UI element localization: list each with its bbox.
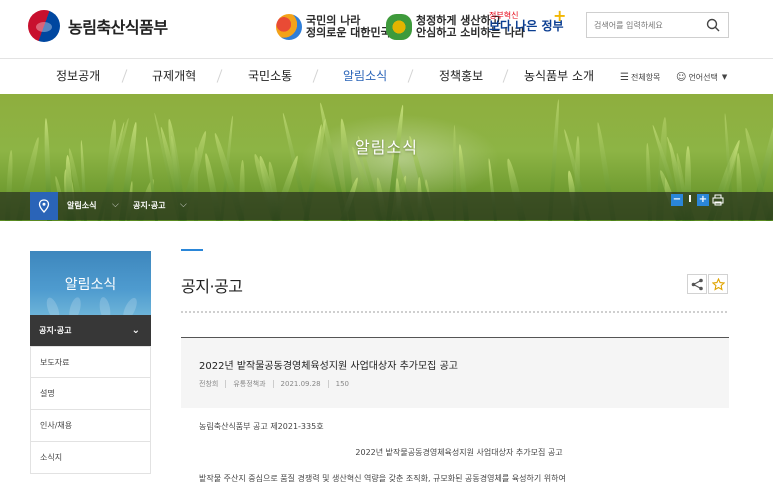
site-header: 농림축산식품부 국민의 나라 정의로운 대한민국 청정하게 생산하고 안심하고 … xyxy=(0,0,773,58)
gnb-divider xyxy=(121,69,128,83)
hamburger-icon: ☰ xyxy=(620,71,629,83)
lnb-item-hr-recruit[interactable]: 인사/채용 xyxy=(30,410,151,442)
meta-divider xyxy=(272,380,274,388)
post-date: 2021.09.28 xyxy=(280,380,321,388)
lnb-title: 알림소식 xyxy=(64,277,117,293)
chevron-down-icon[interactable]: ⌵ xyxy=(180,192,187,220)
home-button[interactable] xyxy=(30,192,58,220)
logo-text: 농림축산식품부 xyxy=(68,18,168,37)
share-icon xyxy=(691,278,703,291)
breadcrumb-level2[interactable]: 공지·공고 xyxy=(133,192,165,220)
chevron-down-icon[interactable]: ⌵ xyxy=(112,192,119,220)
slogan-banner-1[interactable]: 국민의 나라 정의로운 대한민국 xyxy=(276,12,391,42)
plus-icon: + xyxy=(553,6,567,25)
lnb-header: 알림소식 xyxy=(30,251,151,315)
banner-title: 알림소식 xyxy=(355,138,418,157)
post-header: 2022년 밭작물공동경영체육성지원 사업대상자 추가모집 공고 전창희 유통정… xyxy=(181,338,729,408)
leaf-decoration xyxy=(44,296,62,315)
lnb-item-notice-active[interactable]: 공지·공고 ⌄ xyxy=(30,315,151,346)
all-menu-button[interactable]: ☰ 전체항목 xyxy=(620,59,660,95)
favorite-button[interactable] xyxy=(708,274,728,294)
slogan-emblem-icon xyxy=(276,14,302,40)
gnb-item-policy-pr[interactable]: 정책홍보 xyxy=(439,59,483,95)
star-icon xyxy=(712,278,725,291)
title-accent-bar xyxy=(181,249,203,251)
main-navigation: 정보공개 규제개혁 국민소통 알림소식 정책홍보 농식품부 소개 ☰ 전체항목 … xyxy=(0,58,773,94)
gnb-divider xyxy=(312,69,319,83)
lnb-item-explanation[interactable]: 설명 xyxy=(30,378,151,410)
all-menu-label: 전체항목 xyxy=(630,72,661,82)
gnb-divider xyxy=(407,69,414,83)
lnb-item-newsletter[interactable]: 소식지 xyxy=(30,442,151,474)
location-pin-icon xyxy=(38,199,50,213)
gnb-divider xyxy=(502,69,509,83)
post-department: 유통정책과 xyxy=(233,380,266,388)
gnb-item-about[interactable]: 농식품부 소개 xyxy=(524,59,594,95)
gnb-item-news[interactable]: 알림소식 xyxy=(343,59,387,95)
slogan-banner-3[interactable]: 정부혁신 보다 나은 정부 + xyxy=(489,7,566,42)
chevron-down-icon: ⌄ xyxy=(131,325,140,336)
location-bar: 알림소식 ⌵ 공지·공고 ⌵ xyxy=(0,192,773,220)
site-logo[interactable]: 농림축산식품부 xyxy=(28,10,168,42)
caret-down-icon: ▼ xyxy=(721,72,728,81)
gnb-item-regulation[interactable]: 규제개혁 xyxy=(152,59,196,95)
leaf-decoration xyxy=(120,296,140,315)
post-meta: 전창희 유통정책과 2021.09.28 150 xyxy=(199,379,349,389)
meta-divider xyxy=(327,380,329,388)
leaf-decoration xyxy=(97,296,113,315)
page-title: 공지·공고 xyxy=(181,277,243,296)
meta-divider xyxy=(225,380,227,388)
font-reset-button[interactable]: I xyxy=(684,194,696,206)
font-decrease-button[interactable]: − xyxy=(671,194,683,206)
search-input[interactable] xyxy=(594,14,706,36)
slogan1-line2: 정의로운 대한민국 xyxy=(306,26,391,39)
post-title: 2022년 밭작물공동경영체육성지원 사업대상자 추가모집 공고 xyxy=(199,361,458,372)
language-label: 언어선택 xyxy=(688,72,718,82)
lnb-item-press[interactable]: 보도자료 xyxy=(30,346,151,378)
title-divider xyxy=(181,311,729,313)
leaf-decoration xyxy=(67,296,83,315)
share-button[interactable] xyxy=(687,274,707,294)
search-icon[interactable] xyxy=(706,18,720,32)
breadcrumb-level1[interactable]: 알림소식 xyxy=(67,192,96,220)
notice-paragraph: 밭작물 주산지 중심으로 품질 경쟁력 및 생산혁신 역량을 갖춘 조직화, 규… xyxy=(199,474,566,483)
gnb-item-info-disclosure[interactable]: 정보공개 xyxy=(56,59,100,95)
gnb-divider xyxy=(216,69,223,83)
search-box xyxy=(586,12,729,38)
language-select-button[interactable]: ☺ 언어선택 ▼ xyxy=(676,59,727,95)
lnb-active-label: 공지·공고 xyxy=(39,326,72,335)
slogan-emblem-icon xyxy=(386,14,412,40)
post-author: 전창희 xyxy=(199,380,219,388)
font-increase-button[interactable]: + xyxy=(697,194,709,206)
notice-number: 농림축산식품부 공고 제2021-335호 xyxy=(199,422,324,431)
notice-heading: 2022년 밭작물공동경영체육성지원 사업대상자 추가모집 공고 xyxy=(355,448,563,457)
post-views: 150 xyxy=(335,380,349,388)
globe-icon: ☺ xyxy=(676,71,687,83)
taegeuk-logo-icon xyxy=(28,10,60,42)
gnb-item-communication[interactable]: 국민소통 xyxy=(248,59,292,95)
print-icon[interactable] xyxy=(712,194,724,206)
font-size-controls: − I + xyxy=(671,194,724,206)
